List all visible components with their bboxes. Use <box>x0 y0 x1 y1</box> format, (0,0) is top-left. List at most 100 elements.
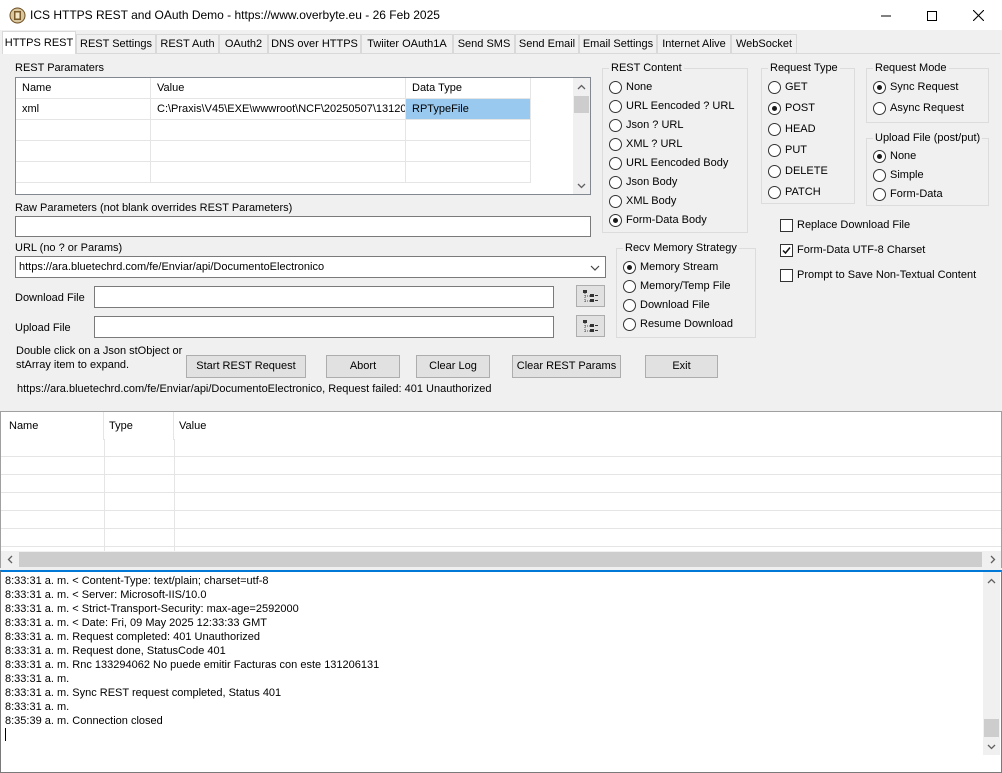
column-header-data-type[interactable]: Data Type <box>406 78 531 99</box>
radio-label: HEAD <box>785 123 816 135</box>
upload-file-browse-button[interactable] <box>576 315 605 337</box>
replace-download-checkbox[interactable]: Replace Download File <box>780 218 910 232</box>
radio-label: Memory/Temp File <box>640 280 731 292</box>
tab-https-rest[interactable]: HTTPS REST <box>2 31 76 54</box>
log-memo[interactable]: 8:33:31 a. m. < Content-Type: text/plain… <box>0 570 1002 773</box>
scroll-thumb[interactable] <box>19 552 982 567</box>
tab-send-email[interactable]: Send Email <box>515 34 579 54</box>
column-header-name[interactable]: Name <box>16 78 151 99</box>
radio-indicator <box>873 101 886 115</box>
rest-content-urlenc-url-radio[interactable]: URL Eencoded ? URL <box>609 99 734 113</box>
close-button[interactable] <box>955 0 1001 31</box>
memory-stream-radio[interactable]: Memory Stream <box>623 260 718 274</box>
empty-cell[interactable] <box>16 162 151 183</box>
column-header-value[interactable]: Value <box>151 78 406 99</box>
rest-content-xml-url-radio[interactable]: XML ? URL <box>609 137 682 151</box>
tab-rest-settings[interactable]: REST Settings <box>76 34 156 54</box>
utf8-charset-checkbox[interactable]: Form-Data UTF-8 Charset <box>780 243 925 257</box>
scroll-right-icon[interactable] <box>984 551 1001 568</box>
rest-content-json-body-radio[interactable]: Json Body <box>609 175 677 189</box>
tab-websocket[interactable]: WebSocket <box>731 34 797 54</box>
raw-params-input[interactable] <box>15 216 591 237</box>
json-grid-body[interactable] <box>1 439 1001 551</box>
request-type-post-radio[interactable]: POST <box>768 101 815 115</box>
async-request-radio[interactable]: Async Request <box>873 101 964 115</box>
param-value-cell[interactable]: C:\Praxis\V45\EXE\wwwroot\NCF\20250507\1… <box>151 99 406 120</box>
param-name-cell[interactable]: xml <box>16 99 151 120</box>
log-line: 8:33:31 a. m. Request completed: 401 Una… <box>5 631 260 643</box>
empty-cell[interactable] <box>16 120 151 141</box>
log-line: 8:33:31 a. m. <box>5 673 70 685</box>
scroll-left-icon[interactable] <box>1 551 18 568</box>
download-file-label: Download File <box>15 292 85 304</box>
exit-button[interactable]: Exit <box>645 355 718 378</box>
empty-cell[interactable] <box>406 162 531 183</box>
column-header-type[interactable]: Type <box>104 412 174 440</box>
sync-request-radio[interactable]: Sync Request <box>873 80 958 94</box>
scroll-thumb[interactable] <box>574 96 589 113</box>
empty-cell[interactable] <box>151 162 406 183</box>
request-type-head-radio[interactable]: HEAD <box>768 122 816 136</box>
rest-content-json-url-radio[interactable]: Json ? URL <box>609 118 683 132</box>
request-type-put-radio[interactable]: PUT <box>768 143 807 157</box>
radio-indicator <box>768 80 781 94</box>
rest-content-formdata-body-radio[interactable]: Form-Data Body <box>609 213 707 227</box>
empty-cell[interactable] <box>16 141 151 162</box>
scroll-thumb[interactable] <box>984 719 999 737</box>
resume-download-radio[interactable]: Resume Download <box>623 317 733 331</box>
scroll-down-icon[interactable] <box>983 738 1000 755</box>
request-type-get-radio[interactable]: GET <box>768 80 808 94</box>
start-rest-request-button[interactable]: Start REST Request <box>186 355 306 378</box>
tab-rest-auth[interactable]: REST Auth <box>156 34 219 54</box>
url-combobox[interactable]: https://ara.bluetechrd.com/fe/Enviar/api… <box>15 256 606 278</box>
radio-indicator <box>609 156 622 170</box>
tab-oauth2[interactable]: OAuth2 <box>219 34 268 54</box>
request-type-delete-radio[interactable]: DELETE <box>768 164 828 178</box>
empty-cell[interactable] <box>151 141 406 162</box>
download-file-browse-button[interactable] <box>576 285 605 307</box>
log-line: 8:33:31 a. m. < Date: Fri, 09 May 2025 1… <box>5 617 267 629</box>
tab-send-sms[interactable]: Send SMS <box>453 34 515 54</box>
radio-indicator <box>609 80 622 94</box>
minimize-button[interactable] <box>863 0 909 31</box>
empty-cell[interactable] <box>151 120 406 141</box>
rest-content-urlenc-body-radio[interactable]: URL Eencoded Body <box>609 156 728 170</box>
clear-rest-params-button[interactable]: Clear REST Params <box>512 355 621 378</box>
radio-label: Form-Data <box>890 188 943 200</box>
tab-email-settings[interactable]: Email Settings <box>579 34 657 54</box>
tab-twitter-oauth[interactable]: Twiiter OAuth1A <box>361 34 453 54</box>
json-grid-hscrollbar[interactable] <box>1 551 1001 568</box>
prompt-save-checkbox[interactable]: Prompt to Save Non-Textual Content <box>780 268 976 282</box>
tab-dns-over-https[interactable]: DNS over HTTPS <box>268 34 361 54</box>
tab-internet-alive[interactable]: Internet Alive <box>657 34 731 54</box>
rest-content-none-radio[interactable]: None <box>609 80 652 94</box>
radio-label: Sync Request <box>890 81 959 93</box>
rest-content-xml-body-radio[interactable]: XML Body <box>609 194 676 208</box>
request-type-patch-radio[interactable]: PATCH <box>768 185 821 199</box>
log-scrollbar[interactable] <box>983 572 1000 755</box>
clear-log-button[interactable]: Clear Log <box>416 355 490 378</box>
log-line: 8:33:31 a. m. < Content-Type: text/plain… <box>5 575 269 587</box>
request-type-label: Request Type <box>768 62 840 74</box>
scroll-up-icon[interactable] <box>983 572 1000 589</box>
maximize-button[interactable] <box>909 0 955 31</box>
scroll-down-icon[interactable] <box>573 177 590 194</box>
param-type-cell[interactable]: RPTypeFile <box>406 99 531 120</box>
chevron-down-icon[interactable] <box>590 265 600 271</box>
params-scrollbar[interactable] <box>573 78 590 194</box>
column-header-name[interactable]: Name <box>1 412 104 440</box>
empty-cell[interactable] <box>406 120 531 141</box>
recv-memory-group: Recv Memory Strategy Memory Stream Memor… <box>616 242 756 338</box>
download-file-input[interactable] <box>94 286 554 308</box>
upload-formdata-radio[interactable]: Form-Data <box>873 187 943 201</box>
upload-file-input[interactable] <box>94 316 554 338</box>
memory-temp-file-radio[interactable]: Memory/Temp File <box>623 279 730 293</box>
empty-cell[interactable] <box>406 141 531 162</box>
abort-button[interactable]: Abort <box>326 355 400 378</box>
download-file-radio[interactable]: Download File <box>623 298 710 312</box>
upload-none-radio[interactable]: None <box>873 149 916 163</box>
upload-simple-radio[interactable]: Simple <box>873 168 924 182</box>
scroll-up-icon[interactable] <box>573 78 590 95</box>
column-header-value[interactable]: Value <box>174 412 1000 440</box>
log-lines: 8:33:31 a. m. < Content-Type: text/plain… <box>5 574 975 742</box>
